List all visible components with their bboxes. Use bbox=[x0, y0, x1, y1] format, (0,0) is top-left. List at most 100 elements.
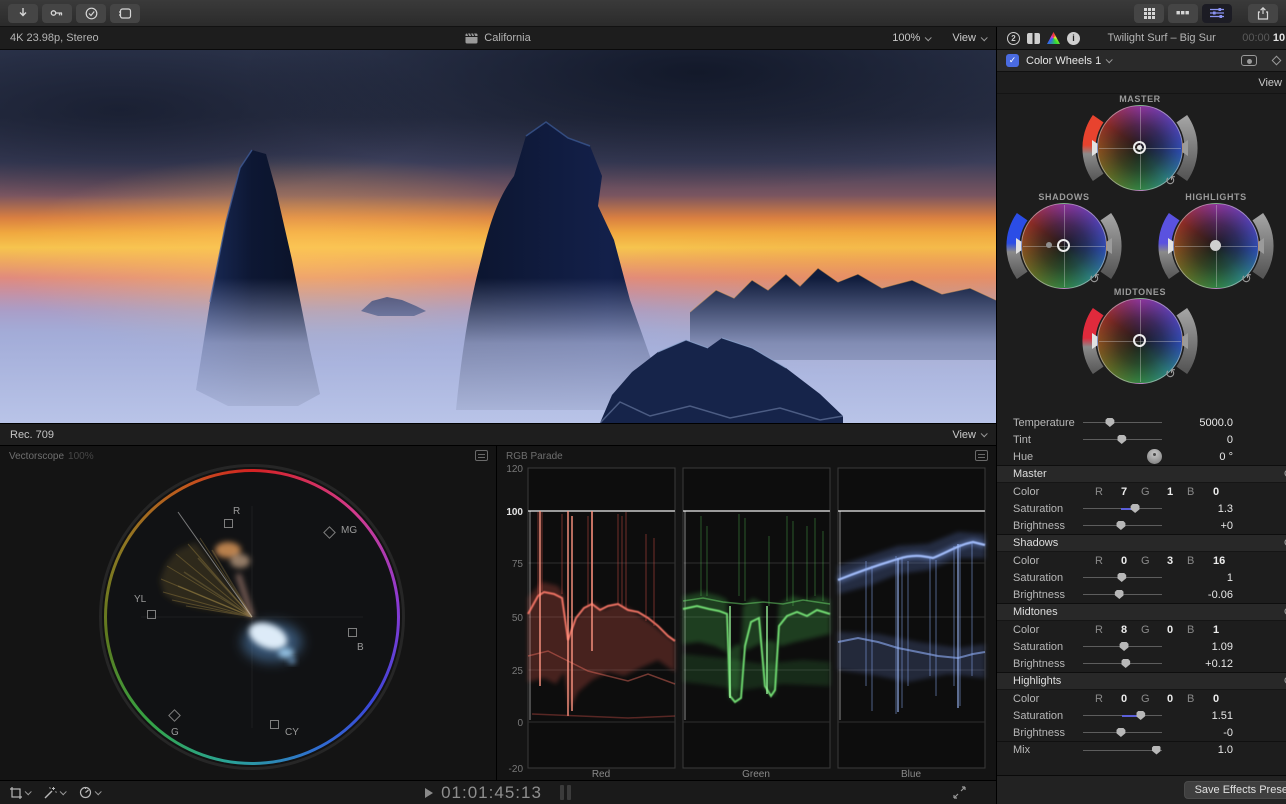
mask-icon[interactable] bbox=[1241, 55, 1257, 66]
wheel-reset-button[interactable]: ↺ bbox=[1165, 367, 1176, 380]
master-brightness-row: Brightness +0 bbox=[997, 517, 1286, 534]
range-check-button[interactable] bbox=[110, 4, 140, 23]
retime-menu[interactable] bbox=[79, 786, 100, 799]
wheel-reset-button[interactable]: ↺ bbox=[1089, 272, 1100, 285]
parade-ytick: 25 bbox=[512, 666, 524, 677]
midtones-wheel[interactable]: MIDTONES ↺ bbox=[1065, 287, 1215, 395]
midtones-r-value[interactable]: 8 bbox=[1121, 624, 1141, 636]
master-saturation-slider[interactable] bbox=[1083, 503, 1162, 514]
tint-value[interactable]: 0 bbox=[1175, 434, 1233, 446]
browser-view-button[interactable] bbox=[1134, 4, 1164, 23]
master-b-value[interactable]: 0 bbox=[1213, 486, 1233, 498]
section-header-midtones: Midtones↺ bbox=[997, 603, 1286, 621]
color-wheels-area: MASTER ↺ bbox=[997, 94, 1286, 414]
shadows-r-value[interactable]: 0 bbox=[1121, 555, 1141, 567]
highlights-saturation-slider[interactable] bbox=[1083, 710, 1162, 721]
parade-channel-label: Green bbox=[742, 769, 770, 780]
shadows-brightness-value[interactable]: -0.06 bbox=[1175, 589, 1233, 601]
keyword-button[interactable] bbox=[42, 4, 72, 23]
chevron-down-icon bbox=[95, 788, 102, 795]
master-brightness-value[interactable]: +0 bbox=[1175, 520, 1233, 532]
wheels-view-menu[interactable]: View bbox=[1258, 77, 1286, 89]
highlights-saturation-value[interactable]: 1.51 bbox=[1175, 710, 1233, 722]
scopes-bar: Rec. 709 View bbox=[0, 423, 996, 446]
wheel-reset-button[interactable]: ↺ bbox=[1241, 272, 1252, 285]
master-g-value[interactable]: 1 bbox=[1167, 486, 1187, 498]
shadows-brightness-slider[interactable] bbox=[1083, 589, 1162, 600]
scopes-view-menu[interactable]: View bbox=[952, 429, 986, 441]
wheel-puck[interactable] bbox=[1210, 240, 1221, 251]
import-button[interactable] bbox=[8, 4, 38, 23]
vectorscope-target-label: MG bbox=[341, 525, 357, 536]
hue-row: Hue 0 ° bbox=[997, 448, 1286, 465]
highlights-b-value[interactable]: 0 bbox=[1213, 693, 1233, 705]
wheel-puck[interactable] bbox=[1133, 334, 1146, 347]
list-view-icon bbox=[1176, 10, 1190, 16]
tint-slider[interactable] bbox=[1083, 434, 1162, 445]
vectorscope-target-label: CY bbox=[285, 727, 299, 738]
viewer-canvas[interactable] bbox=[0, 50, 996, 423]
save-effects-preset-button[interactable]: Save Effects Preset bbox=[1184, 781, 1286, 799]
shadows-brightness-row: Brightness -0.06 bbox=[997, 586, 1286, 603]
info-inspector-tab[interactable]: i bbox=[1066, 31, 1081, 46]
effect-name-menu[interactable]: Color Wheels 1 bbox=[1026, 55, 1111, 67]
toolbar-left-group bbox=[8, 4, 140, 23]
shadows-saturation-value[interactable]: 1 bbox=[1175, 572, 1233, 584]
crop-tool-menu[interactable] bbox=[10, 787, 30, 799]
highlights-r-value[interactable]: 0 bbox=[1121, 693, 1141, 705]
expand-timeline-button[interactable] bbox=[953, 786, 966, 804]
viewer-zoom-menu[interactable]: 100% bbox=[892, 32, 930, 44]
toolbar-right-group bbox=[1134, 4, 1278, 23]
highlights-brightness-value[interactable]: -0 bbox=[1175, 727, 1233, 739]
highlights-brightness-slider[interactable] bbox=[1083, 727, 1162, 738]
viewer-header: 4K 23.98p, Stereo California 100% View bbox=[0, 27, 996, 50]
chevron-down-icon bbox=[981, 34, 988, 41]
parade-ytick: 75 bbox=[512, 559, 524, 570]
effect-enabled-checkbox[interactable]: ✓ bbox=[1006, 54, 1019, 67]
midtones-saturation-value[interactable]: 1.09 bbox=[1175, 641, 1233, 653]
temperature-slider[interactable] bbox=[1083, 417, 1162, 428]
shadows-wheel[interactable]: SHADOWS ↺ bbox=[989, 192, 1139, 300]
hue-value[interactable]: 0 ° bbox=[1175, 451, 1233, 463]
viewer-title: California bbox=[484, 32, 530, 44]
top-toolbar bbox=[0, 0, 1286, 27]
midtones-b-value[interactable]: 1 bbox=[1213, 624, 1233, 636]
share-button[interactable] bbox=[1248, 4, 1278, 23]
mix-value[interactable]: 1.0 bbox=[1175, 744, 1233, 756]
shadows-saturation-slider[interactable] bbox=[1083, 572, 1162, 583]
wheel-reset-button[interactable]: ↺ bbox=[1165, 174, 1176, 187]
highlights-wheel[interactable]: HIGHLIGHTS ↺ bbox=[1141, 192, 1286, 300]
midtones-brightness-value[interactable]: +0.12 bbox=[1175, 658, 1233, 670]
midtones-g-value[interactable]: 0 bbox=[1167, 624, 1187, 636]
timecode-display[interactable]: 01:01:45:13 bbox=[441, 783, 542, 803]
highlights-g-value[interactable]: 0 bbox=[1167, 693, 1187, 705]
shadows-g-value[interactable]: 3 bbox=[1167, 555, 1187, 567]
mix-slider[interactable] bbox=[1083, 745, 1162, 756]
background-tasks-button[interactable] bbox=[76, 4, 106, 23]
effects-count-tab[interactable]: 2 bbox=[1006, 31, 1021, 46]
hue-knob[interactable] bbox=[1147, 449, 1162, 464]
color-inspector-tab[interactable] bbox=[1046, 31, 1061, 46]
midtones-brightness-slider[interactable] bbox=[1083, 658, 1162, 669]
clip-duration: 00:00 10:00 bbox=[1242, 32, 1286, 44]
keyframe-diamond-icon[interactable] bbox=[1272, 56, 1282, 66]
viewer-view-menu[interactable]: View bbox=[952, 32, 986, 44]
midtones-saturation-slider[interactable] bbox=[1083, 641, 1162, 652]
video-inspector-tab[interactable] bbox=[1026, 31, 1041, 46]
audio-meters[interactable] bbox=[560, 785, 571, 800]
master-wheel[interactable]: MASTER ↺ bbox=[1065, 94, 1215, 202]
enhancements-menu[interactable] bbox=[44, 786, 65, 799]
wheel-puck[interactable] bbox=[1057, 239, 1070, 252]
transport-bar: 01:01:45:13 bbox=[0, 780, 996, 804]
shadows-b-value[interactable]: 16 bbox=[1213, 555, 1233, 567]
parade-ytick: -20 bbox=[509, 764, 524, 775]
list-view-button[interactable] bbox=[1168, 4, 1198, 23]
master-saturation-value[interactable]: 1.3 bbox=[1175, 503, 1233, 515]
video-icon bbox=[1027, 33, 1040, 44]
temperature-value[interactable]: 5000.0 bbox=[1175, 417, 1233, 429]
master-brightness-slider[interactable] bbox=[1083, 520, 1162, 531]
tint-label: Tint bbox=[1013, 434, 1083, 446]
midtones-color-row: Color R8 G0 B1 bbox=[997, 621, 1286, 638]
inspector-toggle-button[interactable] bbox=[1202, 4, 1232, 23]
master-r-value[interactable]: 7 bbox=[1121, 486, 1141, 498]
